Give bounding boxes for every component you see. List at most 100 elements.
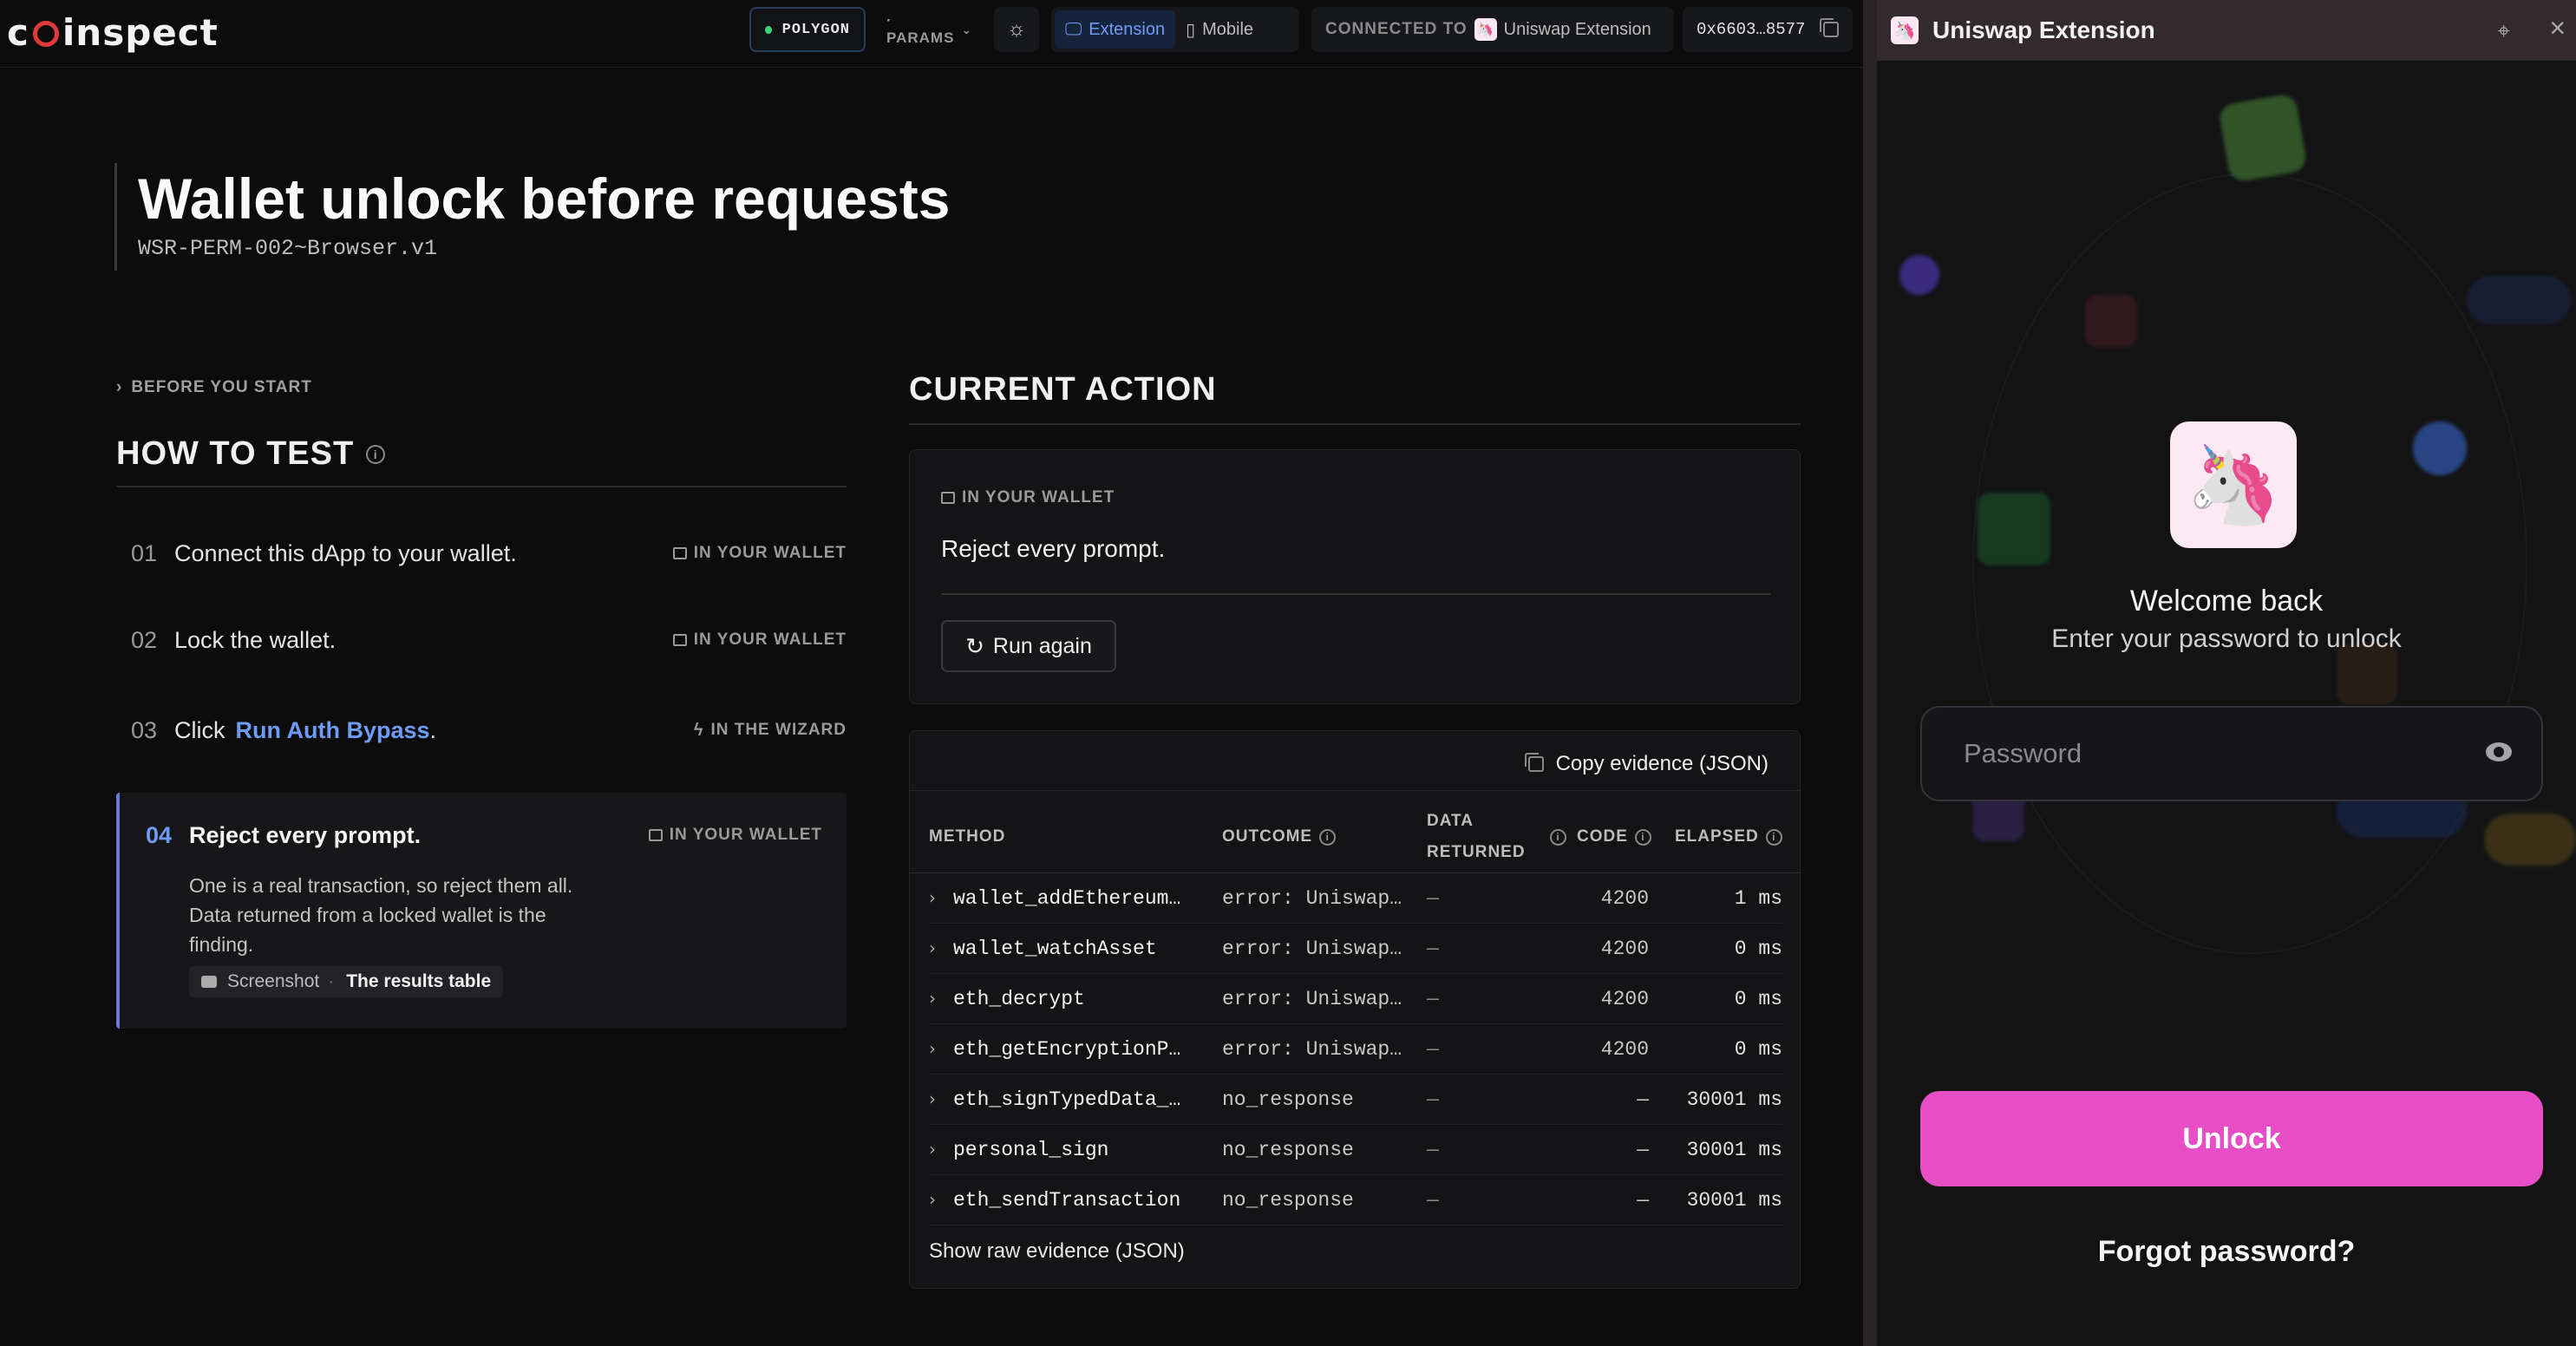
step-location-label: IN YOUR WALLET — [693, 544, 847, 562]
chip-label: Screenshot — [227, 971, 320, 991]
table-row[interactable]: › personal_sign no_response — — 30001 ms — [929, 1125, 1782, 1175]
divider — [909, 423, 1801, 425]
row-data-returned: — — [1427, 938, 1439, 960]
decorative-send-icon — [1978, 493, 2050, 565]
step-04-active: 04 Reject every prompt. IN YOUR WALLET O… — [116, 793, 847, 1029]
decorative-heart-icon — [2085, 295, 2137, 347]
chevron-right-icon: › — [929, 1139, 936, 1160]
monitor-icon: 🖵 — [1065, 19, 1082, 39]
row-method: eth_getEncryptionPublicKey — [953, 1038, 1191, 1061]
password-input[interactable] — [1964, 738, 2449, 769]
table-row[interactable]: › wallet_addEthereumChain error: Uniswap E… — [929, 873, 1782, 924]
copy-evidence-button[interactable]: Copy evidence (JSON) — [1524, 745, 1769, 783]
params-dropdown[interactable]: · PARAMS ⌄ — [873, 7, 977, 52]
step-number: 02 — [131, 626, 158, 653]
top-bar: c inspect POLYGON · PARAMS ⌄ ☼ 🖵 Extensio… — [0, 0, 1863, 68]
row-code: 4200 — [1600, 1038, 1649, 1061]
step-location: IN YOUR WALLET — [672, 631, 847, 650]
app-root: c inspect POLYGON · PARAMS ⌄ ☼ 🖵 Extensio… — [0, 0, 2576, 1346]
decorative-token-icon — [1899, 255, 1939, 295]
step-title: Reject every prompt. — [189, 822, 422, 848]
copy-evidence-label: Copy evidence (JSON) — [1555, 752, 1769, 775]
action-location: IN YOUR WALLET — [941, 488, 1115, 507]
how-to-test-heading: HOW TO TEST i — [116, 435, 386, 473]
copy-icon — [1524, 753, 1544, 772]
main-panel: c inspect POLYGON · PARAMS ⌄ ☼ 🖵 Extensio… — [0, 0, 1863, 1346]
info-icon[interactable]: i — [1550, 828, 1566, 846]
network-selector[interactable]: POLYGON — [749, 7, 866, 52]
step-location: IN YOUR WALLET — [648, 826, 822, 845]
row-method: eth_sendTransaction — [953, 1189, 1181, 1212]
divider — [910, 790, 1800, 791]
run-again-button[interactable]: ↻ Run again — [941, 620, 1116, 672]
row-method: eth_signTypedData_v4 — [953, 1088, 1191, 1111]
row-data-returned: — — [1427, 1139, 1439, 1161]
chevron-down-icon: ⌄ — [961, 22, 973, 36]
chip-value: The results table — [346, 971, 492, 991]
run-auth-bypass-link[interactable]: Run Auth Bypass — [236, 717, 430, 743]
row-code: — — [1637, 1139, 1649, 1161]
table-row[interactable]: › wallet_watchAsset error: Uniswap Extensi… — [929, 924, 1782, 974]
close-icon[interactable]: × — [2549, 12, 2566, 44]
test-id: WSR-PERM-002~Browser.v1 — [138, 236, 438, 261]
decorative-token-chip — [2484, 813, 2576, 866]
step-number: 01 — [131, 539, 158, 566]
copy-icon[interactable] — [1820, 18, 1839, 37]
row-outcome: error: Uniswap Extension — [1222, 1038, 1409, 1061]
column-elapsed: ELAPSED i — [1675, 821, 1782, 853]
show-raw-evidence-link[interactable]: Show raw evidence (JSON) — [929, 1239, 1185, 1264]
chevron-right-icon: › — [116, 378, 123, 396]
view-mobile-label: Mobile — [1202, 19, 1254, 39]
panel-divider[interactable] — [1863, 0, 1877, 1346]
row-elapsed: 0 ms — [1734, 938, 1782, 960]
column-method: METHOD — [929, 827, 1006, 846]
row-data-returned: — — [1427, 887, 1439, 910]
info-icon[interactable]: i — [1634, 828, 1651, 846]
step-description: One is a real transaction, so reject the… — [189, 874, 573, 956]
view-extension-tab[interactable]: 🖵 Extension — [1055, 10, 1176, 49]
eye-icon[interactable] — [2486, 742, 2512, 761]
info-icon[interactable]: i — [1765, 828, 1782, 846]
info-icon[interactable]: i — [1319, 828, 1337, 846]
unlock-button[interactable]: Unlock — [1920, 1091, 2543, 1186]
table-row[interactable]: › eth_getEncryptionPublicKey error: Uniswa… — [929, 1024, 1782, 1075]
extension-titlebar: 🦄 Uniswap Extension ⌖ × — [1877, 0, 2576, 61]
column-data-returned: DATA RETURNED — [1427, 806, 1526, 868]
view-mobile-tab[interactable]: ▯ Mobile — [1175, 10, 1264, 49]
network-label: POLYGON — [781, 21, 850, 38]
uniswap-logo: 🦄 — [2170, 421, 2297, 548]
row-data-returned: — — [1427, 1088, 1439, 1111]
table-header: METHOD OUTCOME i DATA RETURNED i CODE i ELAP… — [910, 800, 1800, 873]
table-row[interactable]: › eth_signTypedData_v4 no_response — — 30001 … — [929, 1075, 1782, 1125]
step-text: Lock the wallet. — [174, 626, 337, 653]
coinspect-logo[interactable]: c inspect — [7, 10, 219, 54]
extension-title: Uniswap Extension — [1932, 16, 2155, 43]
wallet-address: 0x6603…8577 — [1697, 20, 1806, 39]
view-switcher: 🖵 Extension ▯ Mobile — [1051, 7, 1299, 52]
row-method: wallet_addEthereumChain — [953, 887, 1191, 910]
chevron-right-icon: › — [929, 988, 936, 1009]
column-outcome-label: OUTCOME — [1222, 827, 1313, 846]
connected-label: CONNECTED TO — [1325, 20, 1468, 38]
divider — [941, 593, 1770, 595]
forgot-password-link[interactable]: Forgot password? — [1877, 1235, 2576, 1269]
row-outcome: error: Uniswap Extension — [1222, 887, 1409, 910]
theme-toggle-button[interactable]: ☼ — [994, 7, 1039, 52]
current-action-card: IN YOUR WALLET Reject every prompt. ↻ Ru… — [909, 449, 1801, 704]
step-location: ϟ IN THE WIZARD — [694, 721, 847, 741]
wallet-address-button[interactable]: 0x6603…8577 — [1683, 7, 1853, 52]
step-text: Connect this dApp to your wallet. — [174, 539, 517, 566]
connected-wallet-indicator[interactable]: CONNECTED TO 🦄 Uniswap Extension — [1311, 7, 1674, 52]
before-you-start-toggle[interactable]: › BEFORE YOU START — [116, 378, 312, 397]
unpin-icon[interactable]: ⌖ — [2497, 17, 2510, 45]
password-field-wrapper — [1920, 706, 2543, 801]
table-row[interactable]: › eth_decrypt error: Uniswap Extension — 420… — [929, 974, 1782, 1024]
row-data-returned: — — [1427, 988, 1439, 1010]
info-icon[interactable]: i — [366, 444, 386, 464]
row-code: — — [1637, 1189, 1649, 1212]
step-number: 04 — [146, 822, 173, 848]
step-text: Click Run Auth Bypass. — [174, 717, 436, 744]
before-label: BEFORE YOU START — [131, 378, 312, 396]
table-row[interactable]: › eth_sendTransaction no_response — — 30001 m… — [929, 1175, 1782, 1225]
wallet-icon — [648, 829, 663, 841]
